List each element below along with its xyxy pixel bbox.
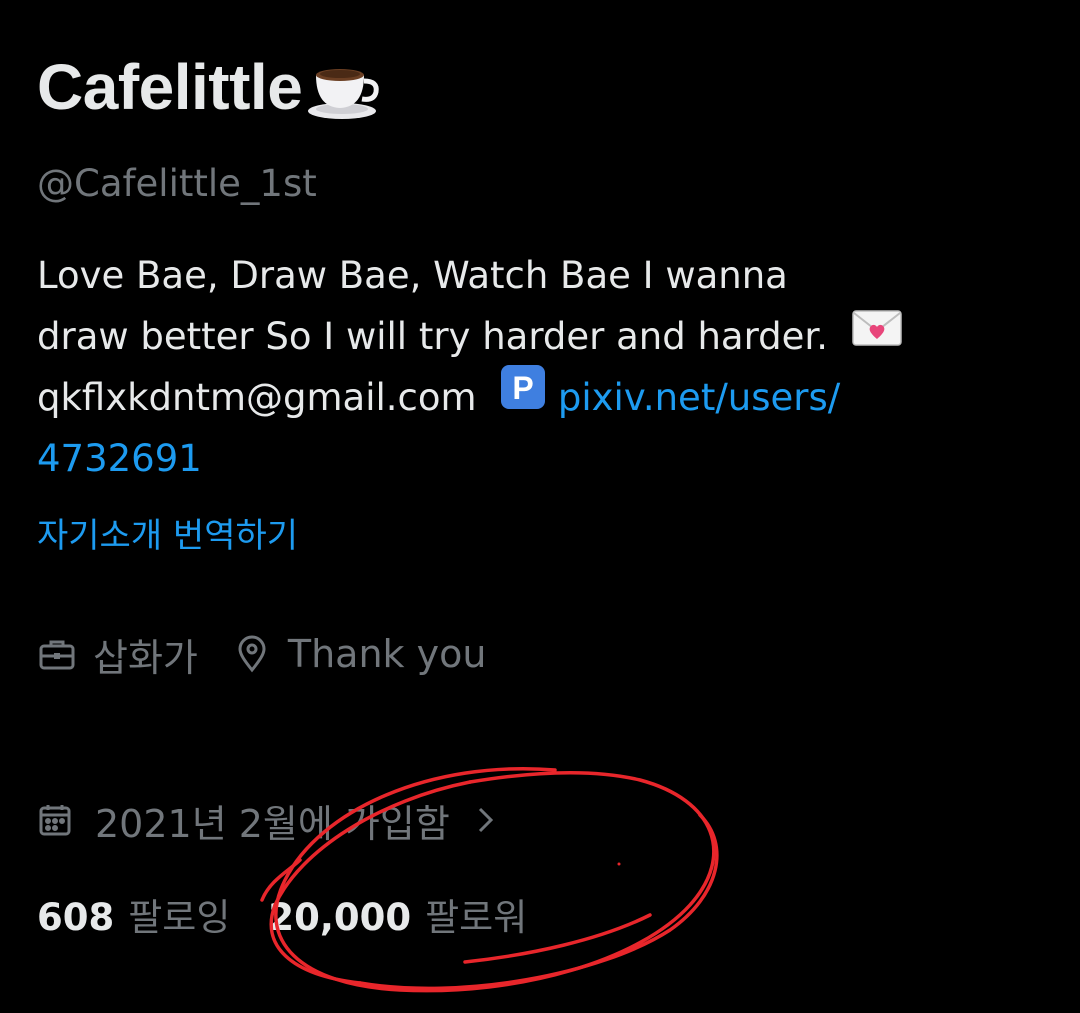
love-letter-icon [851,304,902,365]
bio-line-2: draw better So I will try harder and har… [37,306,1037,367]
pixiv-link-id[interactable]: 4732691 [37,437,202,480]
followers-count: 20,000 [268,896,412,939]
profile-meta-row: 삽화가 Thank you [37,626,486,682]
following-count: 608 [37,896,115,939]
profile-bio: Love Bae, Draw Bae, Watch Bae I wanna dr… [37,245,1037,489]
location-item: Thank you [232,632,487,676]
joined-date-row[interactable]: 2021년 2월에 가입함 [37,792,518,848]
following-stat[interactable]: 608 팔로잉 [37,887,230,941]
location-text: Thank you [287,632,487,676]
followers-label: 팔로워 [425,896,528,939]
following-label: 팔로잉 [128,896,231,939]
display-name-text: Cafelittle [37,51,303,123]
display-name: Cafelittle [37,50,382,124]
followers-stat[interactable]: 20,000 팔로워 [268,887,527,941]
pixiv-link[interactable]: pixiv.net/users/ [558,376,840,419]
user-handle: @Cafelittle_1st [37,162,317,205]
follow-stats: 608 팔로잉 20,000 팔로워 [37,886,527,942]
svg-text:P: P [512,370,533,406]
coffee-cup-icon [304,61,382,121]
p-button-icon: P [500,364,546,428]
briefcase-icon [39,640,75,670]
profession-text: 삽화가 [93,635,198,680]
bio-line-4: 4732691 [37,428,1037,489]
profession-item: 삽화가 [37,627,198,682]
red-circle-annotation [260,767,719,993]
bio-email: qkflxkdntm@gmail.com [37,376,477,419]
bio-line-2-text: draw better So I will try harder and har… [37,315,828,358]
bio-line-3: qkflxkdntm@gmail.com P pixiv.net/users/ [37,364,1037,428]
joined-date-text: 2021년 2월에 가입함 [95,801,450,846]
location-pin-icon [238,635,266,673]
calendar-icon [39,805,71,836]
redacted-scribble [41,707,547,776]
translate-bio-link[interactable]: 자기소개 번역하기 [37,508,298,557]
bio-line-1: Love Bae, Draw Bae, Watch Bae I wanna [37,254,788,297]
chevron-right-icon [478,807,493,833]
